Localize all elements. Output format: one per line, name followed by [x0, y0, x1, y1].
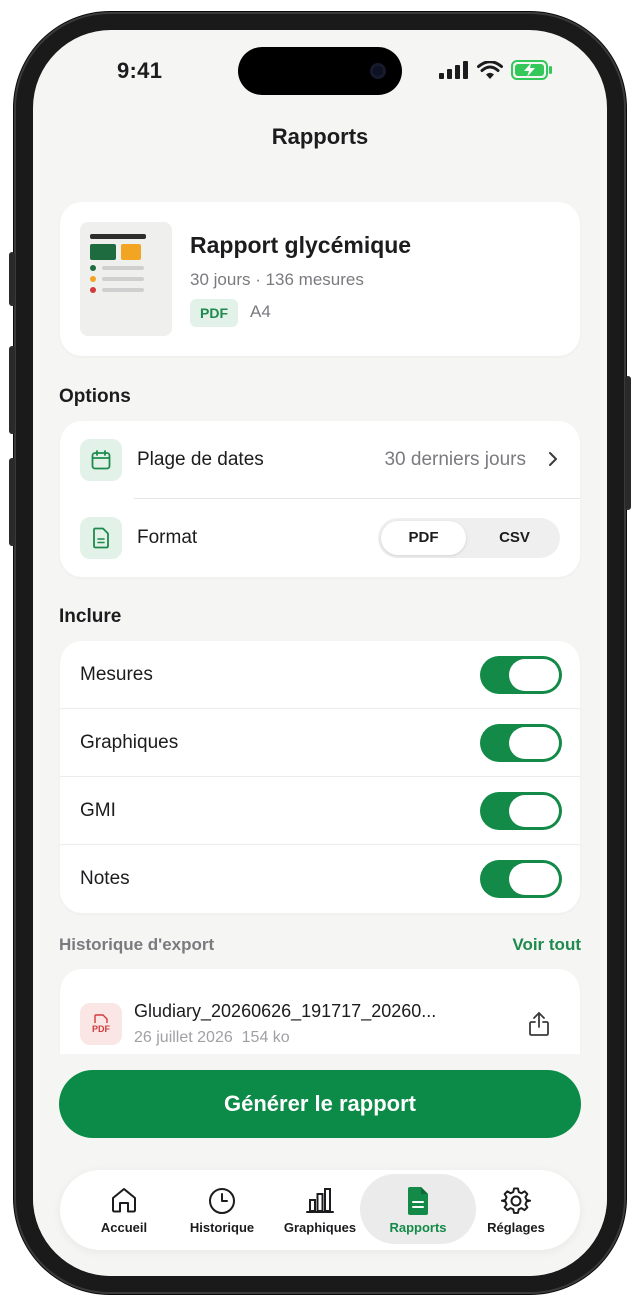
- home-icon: [112, 1188, 136, 1213]
- page-title: Rapports: [271, 124, 369, 149]
- notes-toggle[interactable]: [480, 860, 562, 898]
- include-label: Mesures: [80, 664, 153, 685]
- format-row: Format PDF CSV: [60, 499, 580, 577]
- history-file-date: 26 juillet 2026: [134, 1029, 233, 1046]
- clock-icon: [209, 1188, 235, 1214]
- report-title: Rapport glycémique: [190, 232, 412, 258]
- volume-up-button: [9, 346, 15, 434]
- include-label: Notes: [80, 868, 130, 889]
- format-segmented-control: PDF CSV: [378, 518, 560, 558]
- history-file-meta: 26 juillet 2026 154 ko: [134, 1029, 290, 1047]
- report-summary-card[interactable]: Rapport glycémique 30 jours · 136 mesure…: [60, 202, 580, 356]
- date-range-label: Plage de dates: [137, 449, 264, 470]
- battery-charging-icon: [511, 60, 552, 80]
- include-section-label: Inclure: [59, 606, 122, 627]
- toggle-knob: [509, 795, 559, 827]
- action-button: [9, 252, 15, 306]
- format-label: Format: [137, 527, 198, 548]
- gear-icon: [501, 1187, 531, 1214]
- include-row-measures: Mesures: [60, 641, 580, 709]
- pdf-file-icon: PDF: [80, 1003, 122, 1045]
- date-range-value: 30 derniers jours: [384, 449, 526, 470]
- signal-icon: [439, 61, 468, 79]
- options-card: Plage de dates 30 derniers jours Format …: [60, 421, 580, 577]
- report-preview-icon: [90, 234, 146, 293]
- tab-label: Réglages: [487, 1220, 545, 1235]
- calendar-icon: [80, 439, 122, 481]
- format-badge: PDF: [190, 299, 238, 327]
- dynamic-island: [238, 47, 402, 95]
- tab-settings[interactable]: Réglages: [458, 1174, 574, 1244]
- wifi-icon: [477, 60, 503, 79]
- report-thumbnail: [80, 222, 172, 336]
- gmi-toggle[interactable]: [480, 792, 562, 830]
- toggle-knob: [509, 863, 559, 895]
- toggle-knob: [509, 727, 559, 759]
- history-file-size: 154 ko: [241, 1029, 290, 1046]
- screen: 9:41 Rapports Rapport glycémique 30 jour…: [33, 30, 607, 1276]
- history-section-label: Historique d'export: [59, 935, 215, 954]
- include-label: GMI: [80, 800, 116, 821]
- format-option-csv[interactable]: CSV: [472, 521, 557, 555]
- tab-bar: Accueil Historique Graphiques Rapports R…: [60, 1170, 580, 1250]
- see-all-link[interactable]: Voir tout: [512, 935, 581, 955]
- volume-down-button: [9, 458, 15, 546]
- include-card: Mesures Graphiques GMI Notes: [60, 641, 580, 913]
- toggle-knob: [509, 659, 559, 691]
- history-file-name: Gludiary_20260626_191717_20260...: [134, 1001, 437, 1021]
- pdf-icon-label: PDF: [92, 1024, 110, 1034]
- format-option-pdf[interactable]: PDF: [381, 521, 466, 555]
- camera-icon: [370, 63, 386, 79]
- paper-size: A4: [250, 302, 271, 321]
- status-icons: [439, 60, 553, 80]
- chevron-right-icon: [549, 452, 557, 466]
- report-subtitle: 30 jours · 136 mesures: [190, 270, 364, 289]
- include-row-charts: Graphiques: [60, 709, 580, 777]
- options-section-label: Options: [59, 386, 131, 407]
- charts-toggle[interactable]: [480, 724, 562, 762]
- include-row-gmi: GMI: [60, 777, 580, 845]
- document-icon: [408, 1187, 428, 1215]
- include-row-notes: Notes: [60, 845, 580, 913]
- document-icon: [80, 517, 122, 559]
- bar-chart-icon: [306, 1188, 334, 1213]
- share-icon[interactable]: [528, 1011, 550, 1037]
- date-range-row[interactable]: Plage de dates 30 derniers jours: [60, 421, 580, 499]
- power-button: [625, 376, 631, 510]
- measures-toggle[interactable]: [480, 656, 562, 694]
- generate-report-button[interactable]: Générer le rapport: [59, 1070, 581, 1138]
- include-label: Graphiques: [80, 732, 179, 753]
- status-time: 9:41: [117, 58, 163, 83]
